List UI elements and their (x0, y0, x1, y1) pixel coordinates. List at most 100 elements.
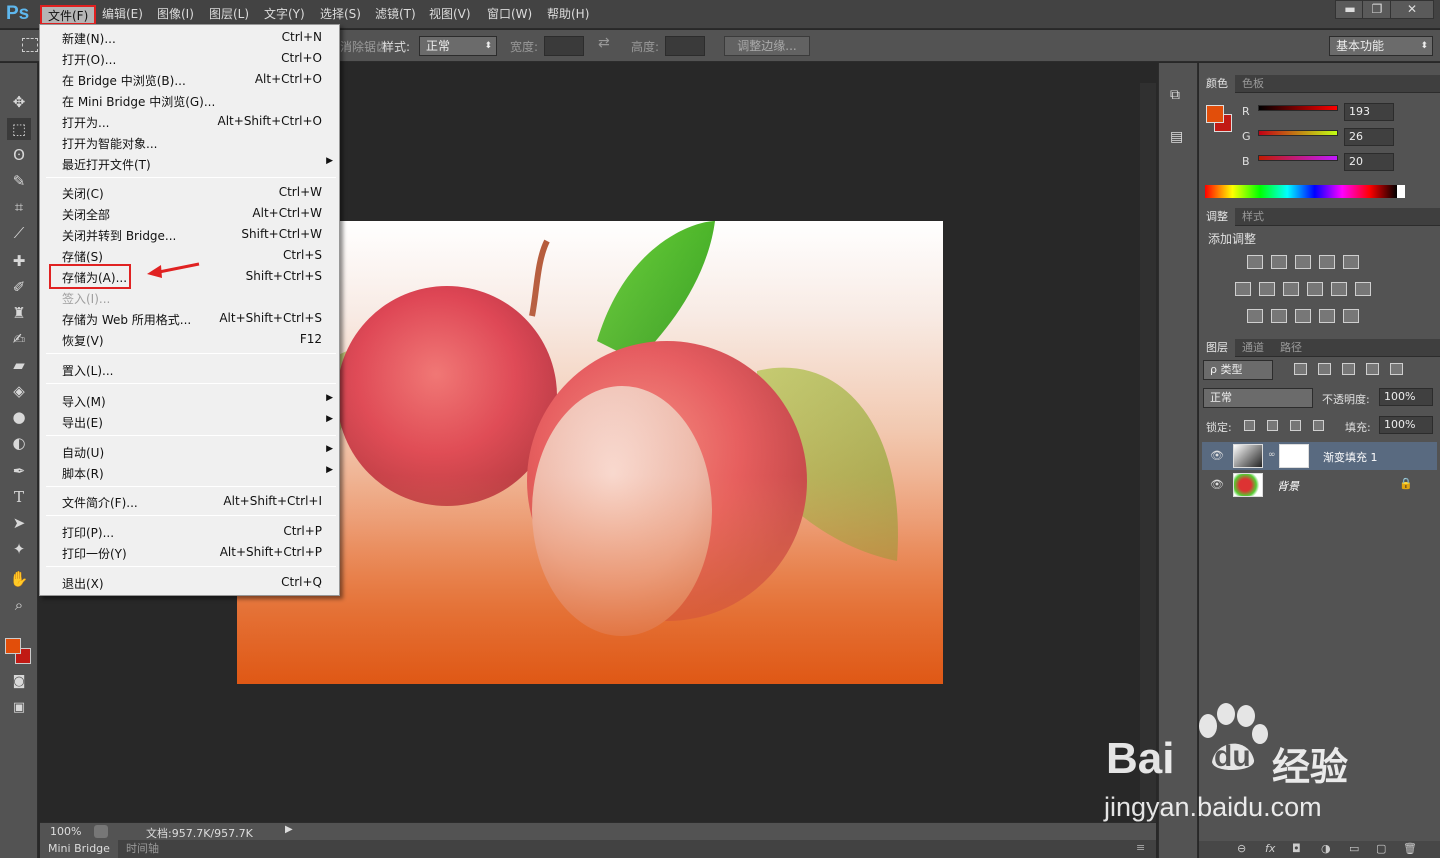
filter-shape-icon[interactable] (1366, 363, 1379, 375)
status-info-icon[interactable] (94, 825, 108, 838)
fx-icon[interactable]: fx (1265, 842, 1275, 855)
layer-row-gradient[interactable]: 👁 ∞ 渐变填充 1 (1202, 442, 1437, 470)
panel-menu-icon[interactable]: ≡ (1136, 841, 1145, 854)
brightness-icon[interactable] (1247, 255, 1263, 269)
menu-file[interactable]: 文件(F) (40, 5, 97, 25)
menu-select[interactable]: 选择(S) (314, 5, 367, 25)
add-mask-icon[interactable]: ◘ (1292, 842, 1301, 855)
tab-mini-bridge[interactable]: Mini Bridge (40, 840, 118, 858)
menu-item-export[interactable]: 导出(E) ▶ (44, 411, 336, 432)
menu-item-revert[interactable]: 恢复(V) F12 (44, 329, 336, 350)
b-value[interactable]: 20 (1344, 153, 1394, 171)
black-white-icon[interactable] (1283, 282, 1299, 296)
zoom-level[interactable]: 100% (50, 825, 81, 838)
screen-mode-icon[interactable]: ▣ (7, 697, 31, 719)
width-input[interactable] (544, 36, 584, 56)
style-select[interactable]: 正常 ⬍ (419, 36, 497, 56)
tab-paths[interactable]: 路径 (1273, 339, 1309, 357)
b-slider[interactable] (1258, 155, 1338, 161)
menu-image[interactable]: 图像(I) (151, 5, 200, 25)
marquee-tool-icon[interactable]: ⬚ (7, 118, 31, 140)
minimize-button[interactable]: ▬ (1335, 0, 1365, 19)
menu-item-print-one-copy[interactable]: 打印一份(Y) Alt+Shift+Ctrl+P (44, 542, 336, 563)
layer-name[interactable]: 渐变填充 1 (1323, 449, 1378, 465)
delete-layer-icon[interactable]: 🗑 (1403, 842, 1417, 855)
refine-edge-button[interactable]: 调整边缘... (724, 36, 810, 56)
properties-icon[interactable]: ▤ (1170, 129, 1188, 147)
threshold-icon[interactable] (1295, 309, 1311, 323)
hue-saturation-icon[interactable] (1235, 282, 1251, 296)
marquee-preset-icon[interactable] (22, 38, 38, 52)
color-spectrum-ramp[interactable] (1205, 185, 1405, 198)
menu-item-place[interactable]: 置入(L)... (44, 359, 336, 380)
eraser-tool-icon[interactable]: ▰ (7, 354, 31, 376)
levels-icon[interactable] (1271, 255, 1287, 269)
color-foreground-swatch[interactable] (1206, 105, 1224, 123)
menu-item-open-as[interactable]: 打开为... Alt+Shift+Ctrl+O (44, 111, 336, 132)
tab-swatches[interactable]: 色板 (1235, 75, 1271, 93)
menu-item-save-for-web[interactable]: 存储为 Web 所用格式... Alt+Shift+Ctrl+S (44, 308, 336, 329)
g-slider[interactable] (1258, 130, 1338, 136)
new-layer-icon[interactable]: ▢ (1376, 842, 1386, 855)
tab-color[interactable]: 颜色 (1199, 75, 1235, 93)
workspace-select[interactable]: 基本功能 ⬍ (1329, 36, 1433, 56)
crop-tool-icon[interactable]: ⌗ (7, 196, 31, 218)
path-select-tool-icon[interactable]: ➤ (7, 512, 31, 534)
link-icon[interactable]: ∞ (1268, 450, 1276, 460)
dodge-tool-icon[interactable]: ◐ (7, 432, 31, 454)
menu-item-browse-mini-bridge[interactable]: 在 Mini Bridge 中浏览(G)... (44, 90, 336, 111)
menu-item-close[interactable]: 关闭(C) Ctrl+W (44, 182, 336, 203)
menu-item-print[interactable]: 打印(P)... Ctrl+P (44, 521, 336, 542)
foreground-color-swatch-top[interactable] (5, 638, 21, 654)
close-button[interactable]: ✕ (1390, 0, 1434, 19)
lock-transparent-icon[interactable] (1244, 420, 1255, 431)
visibility-eye-icon[interactable]: 👁 (1210, 449, 1224, 462)
tab-adjustments[interactable]: 调整 (1199, 208, 1235, 226)
new-adjustment-icon[interactable]: ◑ (1321, 842, 1331, 855)
quick-select-tool-icon[interactable]: ✎ (7, 170, 31, 192)
paint-bucket-tool-icon[interactable]: ◈ (7, 380, 31, 402)
swap-icon[interactable]: ⇄ (598, 35, 610, 51)
menu-item-file-info[interactable]: 文件简介(F)... Alt+Shift+Ctrl+I (44, 491, 336, 512)
shape-tool-icon[interactable]: ✦ (7, 538, 31, 560)
visibility-eye-icon[interactable]: 👁 (1210, 478, 1224, 491)
hand-tool-icon[interactable]: ✋ (7, 568, 31, 590)
menu-item-automate[interactable]: 自动(U) ▶ (44, 441, 336, 462)
height-input[interactable] (665, 36, 705, 56)
curves-icon[interactable] (1295, 255, 1311, 269)
menu-view[interactable]: 视图(V) (423, 5, 477, 25)
eyedropper-tool-icon[interactable]: ⟋ (7, 222, 31, 244)
lock-pixels-icon[interactable] (1267, 420, 1278, 431)
history-brush-tool-icon[interactable]: ✍ (7, 328, 31, 350)
vibrance-icon[interactable] (1343, 255, 1359, 269)
g-value[interactable]: 26 (1344, 128, 1394, 146)
exposure-icon[interactable] (1319, 255, 1335, 269)
layer-name[interactable]: 背景 (1277, 478, 1299, 494)
menu-item-close-all[interactable]: 关闭全部 Alt+Ctrl+W (44, 203, 336, 224)
menu-item-browse-bridge[interactable]: 在 Bridge 中浏览(B)... Alt+Ctrl+O (44, 69, 336, 90)
selective-color-icon[interactable] (1319, 309, 1335, 323)
r-slider[interactable] (1258, 105, 1338, 111)
gradient-map-icon[interactable] (1343, 309, 1359, 323)
invert-icon[interactable] (1247, 309, 1263, 323)
blend-mode-select[interactable]: 正常 (1203, 388, 1313, 408)
maximize-button[interactable]: ❐ (1362, 0, 1392, 19)
lock-position-icon[interactable] (1290, 420, 1301, 431)
r-value[interactable]: 193 (1344, 103, 1394, 121)
menu-item-open-smart-object[interactable]: 打开为智能对象... (44, 132, 336, 153)
channel-mixer-icon[interactable] (1331, 282, 1347, 296)
fill-value[interactable]: 100% (1379, 416, 1433, 434)
menu-item-exit[interactable]: 退出(X) Ctrl+Q (44, 572, 336, 593)
zoom-tool-icon[interactable]: ⌕ (7, 594, 31, 616)
stamp-tool-icon[interactable]: ♜ (7, 302, 31, 324)
status-menu-arrow-icon[interactable]: ▶ (285, 824, 293, 835)
brush-tool-icon[interactable]: ✐ (7, 276, 31, 298)
filter-type-icon[interactable] (1342, 363, 1355, 375)
posterize-icon[interactable] (1271, 309, 1287, 323)
menu-edit[interactable]: 编辑(E) (96, 5, 149, 25)
layer-row-background[interactable]: 👁 背景 🔒 (1202, 471, 1437, 499)
opacity-value[interactable]: 100% (1379, 388, 1433, 406)
menu-item-recent-files[interactable]: 最近打开文件(T) ▶ (44, 153, 336, 174)
quick-mask-icon[interactable]: ◙ (7, 671, 31, 693)
tab-styles[interactable]: 样式 (1235, 208, 1271, 226)
